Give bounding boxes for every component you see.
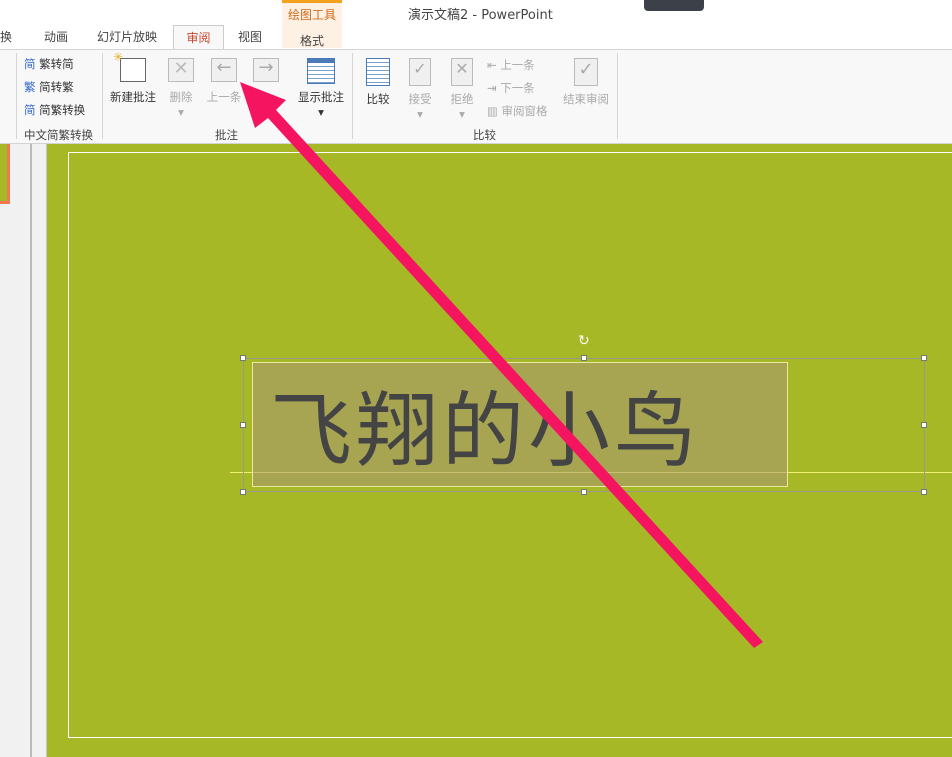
arrow-shape [240, 82, 763, 648]
annotation-arrow [0, 0, 952, 757]
